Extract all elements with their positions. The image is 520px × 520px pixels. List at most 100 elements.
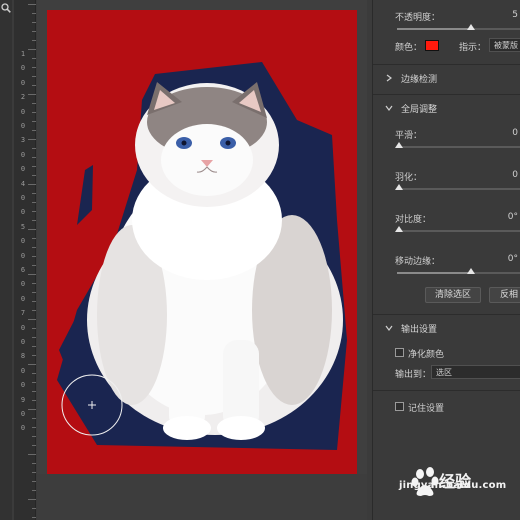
ruler-label: 0 bbox=[20, 338, 26, 346]
ruler-tick bbox=[32, 22, 36, 23]
document-workspace[interactable] bbox=[37, 0, 367, 520]
ruler-tick bbox=[32, 391, 36, 392]
ruler-tick bbox=[32, 67, 36, 68]
feather-value[interactable]: 0 bbox=[512, 170, 518, 180]
ruler-tick bbox=[28, 499, 36, 500]
contrast-value[interactable]: 0° bbox=[508, 212, 518, 222]
selection-fragment bbox=[77, 165, 93, 225]
image-canvas[interactable] bbox=[47, 10, 357, 474]
opacity-slider-fill bbox=[397, 28, 471, 30]
opacity-value[interactable]: 5 bbox=[512, 10, 518, 20]
ruler-label: 0 bbox=[20, 410, 26, 418]
ruler-label: 0 bbox=[20, 280, 26, 289]
ruler-tick bbox=[32, 283, 36, 284]
shift-edge-slider-thumb[interactable] bbox=[466, 268, 475, 274]
ruler-tick bbox=[32, 85, 36, 86]
workspace-bottom bbox=[37, 474, 367, 520]
ruler-tick bbox=[32, 103, 36, 104]
ruler-label: 0 bbox=[20, 208, 26, 217]
smooth-slider[interactable] bbox=[395, 142, 520, 148]
ruler-tick bbox=[32, 508, 36, 509]
output-settings-title: 输出设置 bbox=[401, 325, 438, 335]
smooth-value[interactable]: 0 bbox=[512, 128, 518, 138]
ruler-label: 0 bbox=[20, 424, 26, 433]
ruler-tick bbox=[28, 409, 36, 410]
ruler-tick bbox=[32, 472, 36, 473]
ruler-tick bbox=[28, 364, 36, 365]
clear-selection-button[interactable]: 清除选区 bbox=[425, 287, 481, 303]
ruler-tick bbox=[28, 4, 36, 5]
ruler-label: 0 bbox=[20, 64, 26, 73]
ruler-tick bbox=[32, 310, 36, 311]
decontaminate-checkbox[interactable] bbox=[395, 348, 404, 357]
ruler-tick bbox=[32, 265, 36, 266]
ruler-tick bbox=[28, 454, 36, 455]
output-to-dropdown[interactable]: 选区 bbox=[431, 365, 520, 379]
tool-strip bbox=[0, 0, 12, 520]
remember-settings-checkbox[interactable] bbox=[395, 402, 404, 411]
opacity-slider-thumb[interactable] bbox=[466, 24, 475, 30]
ruler-tick bbox=[32, 148, 36, 149]
ruler-tick bbox=[32, 157, 36, 158]
ruler-tick bbox=[28, 229, 36, 230]
ruler-label: 8 bbox=[20, 352, 26, 361]
ruler-label: 0 bbox=[20, 294, 26, 303]
feather-slider[interactable] bbox=[395, 184, 520, 190]
ruler-label: 9 bbox=[20, 395, 26, 404]
contrast-label: 对比度： bbox=[395, 215, 432, 225]
ruler-label: 0 bbox=[20, 150, 26, 159]
ruler-label: 2 bbox=[20, 93, 26, 102]
ruler-tick bbox=[32, 517, 36, 518]
divider bbox=[373, 94, 520, 95]
color-label: 颜色： bbox=[395, 43, 423, 53]
ruler-tick bbox=[32, 490, 36, 491]
shift-edge-label: 移动边缘： bbox=[395, 257, 441, 267]
ruler-label: 0 bbox=[20, 251, 26, 260]
invert-button[interactable]: 反相 bbox=[489, 287, 520, 303]
ruler-label: 0 bbox=[20, 194, 26, 202]
watermark-url: jingyan.baidu.com bbox=[399, 480, 507, 491]
ruler-label: 0 bbox=[20, 165, 26, 174]
output-settings-header[interactable]: 输出设置 bbox=[373, 320, 520, 338]
overlay-color-swatch[interactable] bbox=[425, 40, 439, 51]
refine-edge-panel: 不透明度： 5 颜色： 指示： 被蒙版 边缘检测 全局调整 平滑： 0 羽化： … bbox=[372, 0, 520, 520]
decontaminate-label: 净化颜色 bbox=[408, 350, 445, 360]
ruler-tick bbox=[32, 13, 36, 14]
divider bbox=[373, 390, 520, 391]
ruler-tick bbox=[32, 328, 36, 329]
divider bbox=[373, 64, 520, 65]
smooth-slider-thumb[interactable] bbox=[395, 142, 403, 148]
ruler-label: 6 bbox=[20, 266, 26, 274]
chevron-right-icon bbox=[386, 74, 392, 82]
ruler-label: 0 bbox=[20, 78, 26, 87]
ruler-label: 5 bbox=[20, 222, 26, 231]
ruler-tick bbox=[32, 400, 36, 401]
ruler-label: 0 bbox=[20, 381, 26, 390]
contrast-slider[interactable] bbox=[395, 226, 520, 232]
shift-edge-value[interactable]: 0° bbox=[508, 254, 518, 264]
ruler-tick bbox=[32, 238, 36, 239]
ruler-tick bbox=[28, 49, 36, 50]
ruler-label: 4 bbox=[20, 179, 26, 188]
divider bbox=[373, 314, 520, 315]
ruler-tick bbox=[32, 373, 36, 374]
edge-detection-title: 边缘检测 bbox=[401, 75, 438, 85]
global-refine-header[interactable]: 全局调整 bbox=[373, 100, 520, 118]
ruler-tick bbox=[28, 94, 36, 95]
ruler-tick bbox=[32, 130, 36, 131]
opacity-slider[interactable] bbox=[397, 24, 520, 30]
smooth-label: 平滑： bbox=[395, 131, 423, 141]
ruler-tick bbox=[28, 184, 36, 185]
search-icon[interactable] bbox=[1, 3, 11, 13]
edge-detection-header[interactable]: 边缘检测 bbox=[373, 70, 520, 88]
shift-edge-slider[interactable] bbox=[397, 268, 520, 274]
ruler-tick bbox=[32, 121, 36, 122]
indicate-dropdown[interactable]: 被蒙版 bbox=[489, 38, 520, 52]
ruler-tick bbox=[28, 319, 36, 320]
chevron-down-icon bbox=[385, 105, 393, 111]
feather-slider-thumb[interactable] bbox=[395, 184, 403, 190]
ruler-tick bbox=[32, 346, 36, 347]
ruler-tick bbox=[32, 427, 36, 428]
contrast-slider-thumb[interactable] bbox=[395, 226, 403, 232]
ruler-tick bbox=[32, 301, 36, 302]
